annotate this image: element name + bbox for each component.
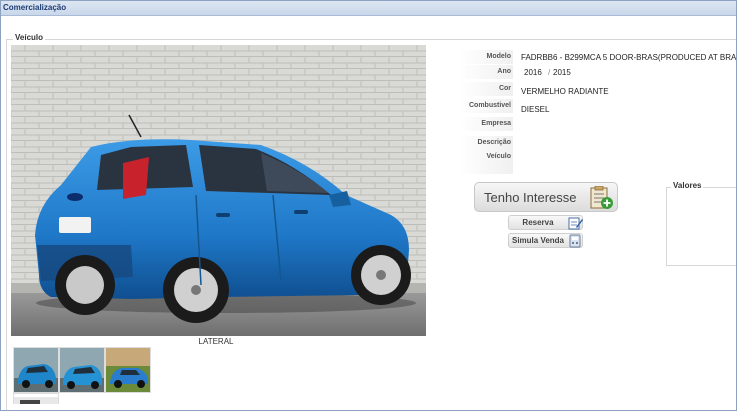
cor-label: Cor: [459, 82, 513, 96]
calculator-icon: [569, 234, 581, 248]
car-illustration: [11, 45, 426, 336]
reserva-button[interactable]: Reserva: [508, 215, 583, 230]
tenho-interesse-button[interactable]: Tenho Interesse: [474, 182, 618, 212]
cor-value: VERMELHO RADIANTE: [521, 87, 609, 96]
modelo-label: Modelo: [459, 50, 513, 64]
empresa-label: Empresa: [459, 117, 513, 131]
descricao-label: Descrição Veículo: [459, 136, 513, 174]
simula-venda-button[interactable]: Simula Venda: [508, 233, 583, 248]
app-window: Comercialização Veículo LATERAL Modelo F…: [0, 0, 737, 411]
thumbnail-front-view[interactable]: [13, 347, 59, 393]
clipboard-add-icon: [590, 186, 613, 209]
ano-modelo-value: 2015: [553, 68, 571, 77]
valores-fieldset: [666, 187, 736, 266]
vehicle-main-photo[interactable]: [11, 45, 426, 336]
vehicle-legend: Veículo: [13, 33, 46, 42]
modelo-value: FADRBB6 - B299MCA 5 DOOR-BRAS(PRODUCED A…: [521, 53, 737, 62]
ano-label: Ano: [459, 65, 513, 79]
ano-separator: /: [548, 68, 551, 77]
reserva-label: Reserva: [522, 218, 554, 227]
combustivel-label: Combustivel: [459, 99, 513, 113]
thumbnail-front-view-2[interactable]: [59, 347, 105, 393]
car-thumbnail-icon: [106, 348, 150, 392]
car-thumbnail-icon: [14, 397, 58, 404]
window-titlebar: Comercialização: [1, 1, 736, 16]
car-thumbnail-icon: [60, 348, 104, 392]
photo-caption: LATERAL: [198, 337, 234, 346]
window-title: Comercialização: [3, 3, 67, 12]
simula-venda-label: Simula Venda: [511, 236, 565, 245]
thumbnail-interior[interactable]: [13, 393, 59, 404]
ano-fabricacao-value: 2016: [524, 68, 542, 77]
combustivel-value: DIESEL: [521, 105, 550, 114]
valores-legend: Valores: [671, 181, 704, 190]
car-thumbnail-icon: [14, 348, 58, 392]
tenho-interesse-label: Tenho Interesse: [484, 190, 577, 205]
thumbnail-side-view[interactable]: [105, 347, 151, 393]
edit-document-icon: [568, 217, 583, 230]
